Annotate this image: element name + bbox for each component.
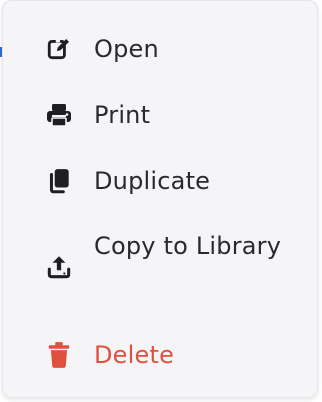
- menu-item-label: Open: [94, 35, 159, 63]
- menu-item-open[interactable]: Open: [3, 27, 319, 71]
- upload-icon: [45, 253, 73, 281]
- context-menu: Open Print Duplicate Copy to Library Del…: [2, 0, 318, 398]
- menu-item-copy-to-library[interactable]: Copy to Library: [3, 225, 319, 311]
- menu-item-label: Delete: [94, 341, 175, 369]
- menu-item-print[interactable]: Print: [3, 93, 319, 137]
- menu-item-delete[interactable]: Delete: [3, 333, 319, 377]
- menu-item-label: Copy to Library: [94, 232, 282, 260]
- menu-item-duplicate[interactable]: Duplicate: [3, 159, 319, 203]
- menu-item-label: Duplicate: [94, 167, 211, 195]
- edit-icon: [45, 35, 73, 63]
- trash-icon: [45, 341, 73, 369]
- menu-item-label: Print: [94, 101, 151, 129]
- copy-icon: [45, 167, 73, 195]
- printer-icon: [45, 101, 73, 129]
